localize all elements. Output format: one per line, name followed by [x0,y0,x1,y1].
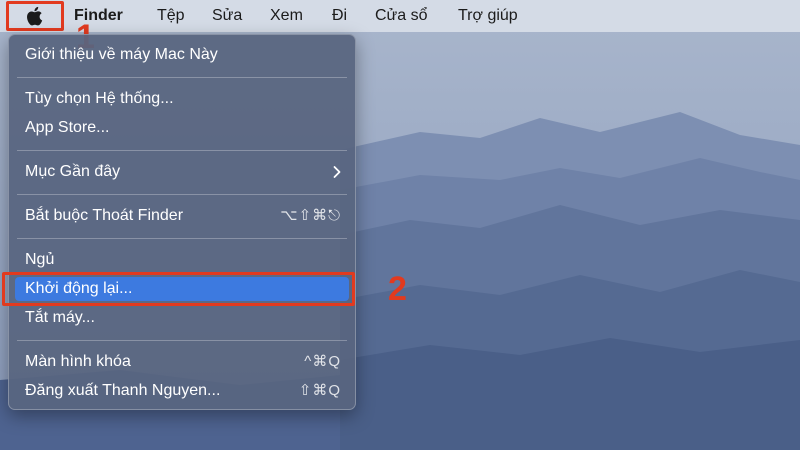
menu-item-label: Giới thiệu về máy Mac Này [25,46,218,63]
menu-item-label: Ngủ [25,251,55,268]
menu-item-label: Mục Gần đây [25,163,121,180]
menu-item-app-store[interactable]: App Store... [15,116,349,140]
menu-item-label: Bắt buộc Thoát Finder [25,207,184,224]
menu-item-sleep[interactable]: Ngủ [15,248,349,272]
chevron-right-icon [333,160,341,192]
menu-item-lock-screen[interactable]: Màn hình khóa ^⌘Q [15,350,349,374]
keyboard-shortcut: ⇧⌘Q [298,382,341,399]
menu-separator [17,340,347,341]
menubar-window[interactable]: Cửa sổ [375,0,428,32]
menubar-edit[interactable]: Sửa [212,0,242,32]
menu-item-force-quit[interactable]: Bắt buộc Thoát Finder ⌥⇧⌘⎋ [15,204,349,228]
restart-highlight-box [2,272,355,306]
menu-item-label: Đăng xuất Thanh Nguyen... [25,382,221,399]
apple-highlight-box [6,1,64,31]
menubar-view[interactable]: Xem [270,0,303,32]
menu-separator [17,194,347,195]
menu-item-system-preferences[interactable]: Tùy chọn Hệ thống... [15,87,349,111]
menu-item-recent-items[interactable]: Mục Gần đây [15,160,349,184]
menu-item-label: App Store... [25,119,110,136]
menubar-go[interactable]: Đi [332,0,347,32]
menu-item-label: Tắt máy... [25,309,95,326]
menu-item-shutdown[interactable]: Tắt máy... [15,306,349,330]
menu-item-logout[interactable]: Đăng xuất Thanh Nguyen... ⇧⌘Q [15,379,349,403]
apple-dropdown-menu: Giới thiệu về máy Mac Này Tùy chọn Hệ th… [8,34,356,410]
menubar-help[interactable]: Trợ giúp [458,0,518,32]
menu-separator [17,238,347,239]
menu-item-label: Màn hình khóa [25,353,131,370]
step-2-label: 2 [388,270,407,308]
menu-bar: Finder Tệp Sửa Xem Đi Cửa sổ Trợ giúp [0,0,800,32]
keyboard-shortcut: ⌥⇧⌘⎋ [280,207,341,224]
menubar-file[interactable]: Tệp [157,0,185,32]
menu-item-about[interactable]: Giới thiệu về máy Mac Này [15,43,349,67]
menu-separator [17,77,347,78]
menu-item-label: Tùy chọn Hệ thống... [25,90,174,107]
menu-separator [17,150,347,151]
keyboard-shortcut: ^⌘Q [304,353,341,370]
